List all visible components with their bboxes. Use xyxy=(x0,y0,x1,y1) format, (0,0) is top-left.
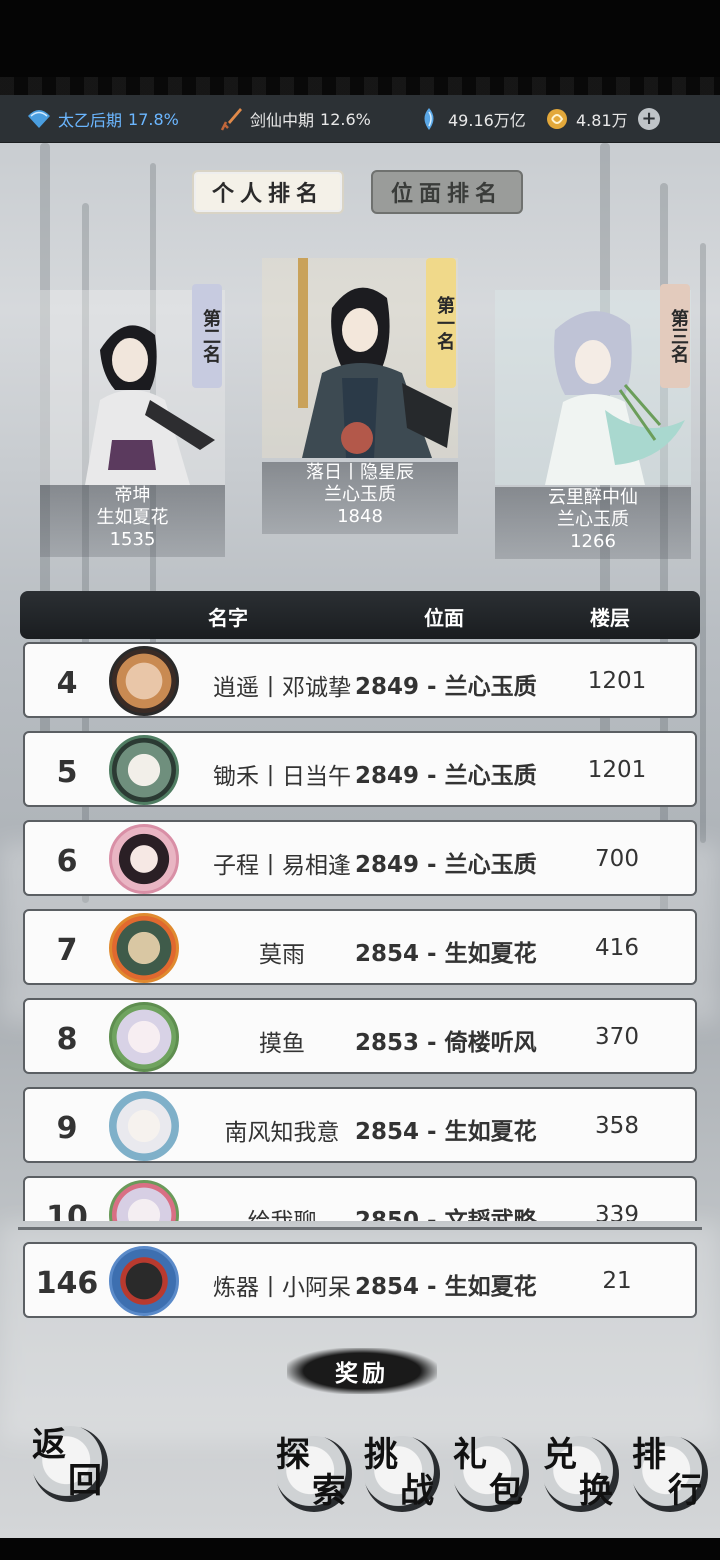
gift-pack-button[interactable]: 礼 包 xyxy=(453,1436,529,1512)
avatar xyxy=(109,1002,179,1072)
row-name: 逍遥丨邓诚挚 xyxy=(213,675,351,701)
realm-percent: 17.8% xyxy=(128,109,179,129)
first-place-badge: 第一名 xyxy=(426,258,456,388)
spirit-stone-icon xyxy=(424,108,434,130)
realm-fan-icon xyxy=(28,110,50,128)
row-name: 莫雨 xyxy=(259,942,305,968)
row-floor: 339 xyxy=(595,1202,639,1221)
tab-personal-ranking[interactable]: 个人排名 xyxy=(192,170,344,214)
second-place-plane: 生如夏花 xyxy=(96,507,169,528)
row-rank: 6 xyxy=(56,844,78,879)
column-header-plane: 位面 xyxy=(424,606,464,630)
row-rank: 7 xyxy=(56,933,78,968)
third-place-plane: 兰心玉质 xyxy=(557,509,629,530)
row-name: 锄禾丨日当午 xyxy=(213,764,351,790)
row-floor: 370 xyxy=(595,1024,639,1050)
reward-button[interactable]: 奖励 xyxy=(287,1348,437,1394)
realm-label: 太乙后期 xyxy=(58,111,123,130)
row-name: 炼器丨小阿呆 xyxy=(213,1275,351,1301)
avatar xyxy=(109,1246,179,1316)
row-name: 给我聊 xyxy=(187,1202,377,1221)
row-rank: 146 xyxy=(35,1266,99,1301)
exchange-button[interactable]: 兑 换 xyxy=(543,1436,619,1512)
row-floor: 700 xyxy=(595,846,639,872)
tab-plane-ranking[interactable]: 位面排名 xyxy=(371,170,523,214)
column-header-floor: 楼层 xyxy=(590,606,630,630)
avatar xyxy=(109,1091,179,1161)
row-plane: 2854 - 生如夏花 xyxy=(355,1119,537,1145)
row-floor: 358 xyxy=(595,1113,639,1139)
row-plane: 2854 - 生如夏花 xyxy=(355,941,537,967)
third-place-score: 1266 xyxy=(570,531,616,552)
row-rank: 9 xyxy=(56,1111,78,1146)
row-name: 子程丨易相逢 xyxy=(213,853,351,879)
ranking-button[interactable]: 排 行 xyxy=(632,1436,708,1512)
bottom-border xyxy=(0,1538,720,1560)
first-place-plane: 兰心玉质 xyxy=(324,484,396,505)
ranking-list[interactable]: 4 逍遥丨邓诚挚 2849 - 兰心玉质 1201 5 锄禾丨日当午 2849 … xyxy=(0,640,720,1221)
first-place-name: 落日丨隐星辰 xyxy=(306,462,414,483)
top-status-area xyxy=(0,0,720,95)
explore-button[interactable]: 探 索 xyxy=(276,1436,352,1512)
row-plane: 2853 - 倚楼听风 xyxy=(355,1030,537,1056)
row-plane: 2850 - 文韬武略 xyxy=(355,1208,537,1221)
spirit-stone-resource[interactable]: 49.16万亿 xyxy=(416,95,526,143)
row-plane: 2854 - 生如夏花 xyxy=(355,1274,537,1300)
realm-resource[interactable]: 太乙后期 17.8% xyxy=(26,95,179,143)
sword-percent: 12.6% xyxy=(320,109,371,129)
second-place-score: 1535 xyxy=(109,529,156,550)
coin-icon xyxy=(547,109,567,129)
table-row[interactable]: 9 南风知我意 2854 - 生如夏花 358 xyxy=(23,1087,697,1163)
row-plane: 2849 - 兰心玉质 xyxy=(355,674,537,700)
row-rank: 5 xyxy=(56,755,78,790)
row-floor: 21 xyxy=(602,1268,632,1294)
add-resource-button[interactable]: + xyxy=(638,95,660,143)
coin-count: 4.81万 xyxy=(576,111,628,130)
first-place-score: 1848 xyxy=(337,506,383,527)
row-floor: 416 xyxy=(595,935,639,961)
sword-label: 剑仙中期 xyxy=(250,111,315,130)
challenge-button[interactable]: 挑 战 xyxy=(364,1436,440,1512)
table-row[interactable]: 5 锄禾丨日当午 2849 - 兰心玉质 1201 xyxy=(23,731,697,807)
coin-resource[interactable]: 4.81万 xyxy=(544,95,628,143)
row-rank: 8 xyxy=(56,1022,78,1057)
back-button[interactable]: 返 回 xyxy=(32,1426,108,1502)
row-plane: 2849 - 兰心玉质 xyxy=(355,763,537,789)
my-rank-row[interactable]: 146 炼器丨小阿呆 2854 - 生如夏花 21 xyxy=(23,1242,697,1318)
avatar xyxy=(109,735,179,805)
plus-icon: + xyxy=(638,108,660,130)
table-row[interactable]: 8 摸鱼 2853 - 倚楼听风 370 xyxy=(23,998,697,1074)
table-row[interactable]: 10 给我聊 2850 - 文韬武略 339 xyxy=(23,1176,697,1221)
column-header-name: 名字 xyxy=(208,606,248,630)
row-rank: 10 xyxy=(46,1200,88,1221)
ranking-table-header: 名字 位面 楼层 xyxy=(20,591,700,639)
list-divider xyxy=(18,1227,702,1230)
row-floor: 1201 xyxy=(587,668,647,694)
avatar xyxy=(109,824,179,894)
row-plane: 2849 - 兰心玉质 xyxy=(355,852,537,878)
resource-bar: 太乙后期 17.8% 剑仙中期 12.6% 49.16万亿 4.81万 + xyxy=(0,95,720,143)
row-rank: 4 xyxy=(56,666,78,701)
second-place-badge: 第二名 xyxy=(192,284,222,388)
spirit-stone-count: 49.16万亿 xyxy=(448,111,526,130)
row-name: 南风知我意 xyxy=(224,1120,340,1146)
avatar xyxy=(109,646,179,716)
avatar xyxy=(109,1180,179,1221)
second-place-name: 帝坤 xyxy=(114,485,151,506)
sword-icon xyxy=(220,108,242,131)
sword-resource[interactable]: 剑仙中期 12.6% xyxy=(218,95,371,143)
table-row[interactable]: 7 莫雨 2854 - 生如夏花 416 xyxy=(23,909,697,985)
row-floor: 1201 xyxy=(587,757,647,783)
table-row[interactable]: 6 子程丨易相逢 2849 - 兰心玉质 700 xyxy=(23,820,697,896)
avatar xyxy=(109,913,179,983)
third-place-name: 云里醉中仙 xyxy=(548,487,638,508)
third-place-badge: 第三名 xyxy=(660,284,690,388)
row-name: 摸鱼 xyxy=(259,1031,305,1057)
table-row[interactable]: 4 逍遥丨邓诚挚 2849 - 兰心玉质 1201 xyxy=(23,642,697,718)
